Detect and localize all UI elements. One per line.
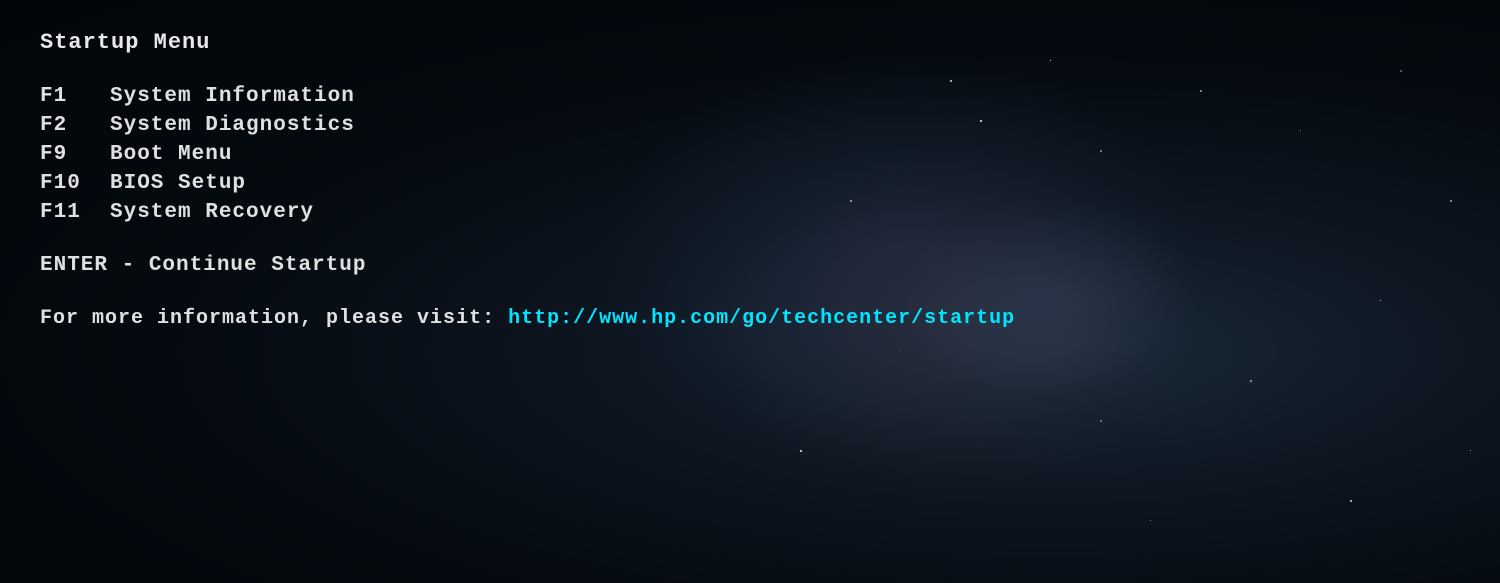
star	[800, 450, 802, 452]
label-system-information: System Information	[110, 85, 355, 108]
key-f2: F2	[40, 114, 110, 137]
star	[1300, 130, 1301, 131]
star	[1350, 500, 1352, 502]
menu-item-f1: F1 System Information	[40, 85, 1015, 108]
key-f1: F1	[40, 85, 110, 108]
menu-list: F1 System Information F2 System Diagnost…	[40, 85, 1015, 224]
info-line: For more information, please visit: http…	[40, 307, 1015, 330]
enter-continue: ENTER - Continue Startup	[40, 254, 1015, 277]
label-system-recovery: System Recovery	[110, 201, 314, 224]
menu-item-f11: F11 System Recovery	[40, 201, 1015, 224]
star	[1050, 60, 1051, 61]
info-prefix: For more information, please visit:	[40, 307, 495, 330]
star	[1200, 90, 1202, 92]
star	[1400, 70, 1402, 72]
screen-title: Startup Menu	[40, 30, 1015, 55]
menu-item-f2: F2 System Diagnostics	[40, 114, 1015, 137]
key-f10: F10	[40, 172, 110, 195]
hp-url: http://www.hp.com/go/techcenter/startup	[508, 307, 1015, 330]
label-system-diagnostics: System Diagnostics	[110, 114, 355, 137]
star	[1450, 200, 1452, 202]
key-f9: F9	[40, 143, 110, 166]
key-f11: F11	[40, 201, 110, 224]
main-content: Startup Menu F1 System Information F2 Sy…	[40, 30, 1015, 330]
star	[1250, 380, 1252, 382]
label-bios-setup: BIOS Setup	[110, 172, 246, 195]
star	[1470, 450, 1471, 451]
star	[1100, 150, 1102, 152]
menu-item-f9: F9 Boot Menu	[40, 143, 1015, 166]
label-boot-menu: Boot Menu	[110, 143, 232, 166]
menu-item-f10: F10 BIOS Setup	[40, 172, 1015, 195]
bios-screen: Startup Menu F1 System Information F2 Sy…	[0, 0, 1500, 583]
star	[1150, 520, 1151, 521]
star	[1380, 300, 1381, 301]
star	[900, 350, 901, 351]
star	[1100, 420, 1102, 422]
